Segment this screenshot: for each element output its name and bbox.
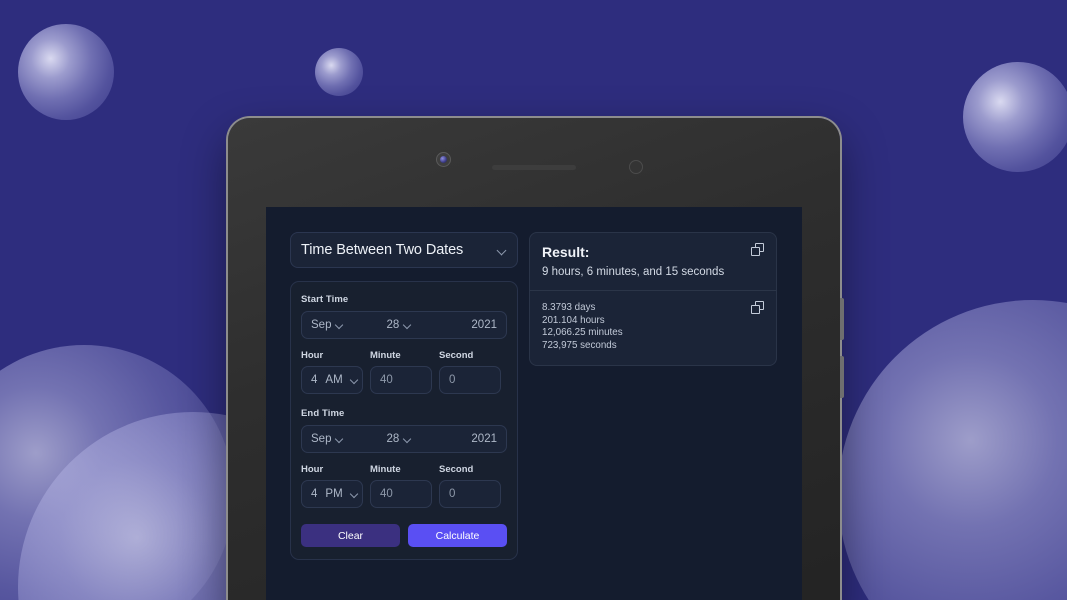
end-date-row[interactable]: Sep 28 2021 (301, 425, 507, 453)
camera-lens (440, 156, 447, 163)
result-title: Result: (542, 244, 590, 260)
end-minute-input[interactable]: 40 (370, 480, 432, 508)
copy-icon[interactable] (751, 243, 766, 258)
chevron-down-icon (351, 376, 359, 384)
action-buttons-row: Clear Calculate (301, 524, 507, 547)
end-minute-label: Minute (370, 464, 401, 475)
decorative-sphere (315, 48, 363, 96)
sensor-icon (629, 160, 643, 174)
end-ampm-value: PM (325, 488, 343, 500)
device-bezel-top (228, 118, 840, 207)
start-ampm-value: AM (325, 374, 343, 386)
result-detail-line: 201.104 hours (542, 314, 605, 326)
end-hms-fields: 4 PM 40 0 (301, 480, 507, 508)
start-year-input[interactable]: 2021 (471, 319, 497, 331)
calculator-type-value: Time Between Two Dates (301, 242, 464, 258)
start-month-value: Sep (311, 319, 332, 331)
chevron-down-icon (351, 490, 359, 498)
tablet-device: Time Between Two Dates Start Time Sep 28… (228, 118, 844, 600)
chevron-down-icon (404, 435, 412, 443)
result-details-section: 8.3793 days 201.104 hours 12,066.25 minu… (529, 291, 777, 366)
start-month-select[interactable]: Sep (311, 319, 344, 331)
decorative-sphere (838, 300, 1067, 600)
end-hour-field[interactable]: 4 PM (301, 480, 363, 508)
chevron-down-icon (498, 246, 507, 255)
device-screen: Time Between Two Dates Start Time Sep 28… (266, 207, 802, 600)
camera-icon (436, 152, 451, 167)
copy-icon[interactable] (751, 301, 766, 316)
result-detail-line: 12,066.25 minutes (542, 327, 623, 339)
result-detail-line: 723,975 seconds (542, 340, 617, 352)
calculate-button[interactable]: Calculate (408, 524, 507, 547)
chevron-down-icon (336, 321, 344, 329)
end-day-value: 28 (386, 433, 400, 445)
start-day-value: 28 (386, 319, 400, 331)
end-month-value: Sep (311, 433, 332, 445)
result-panel: Result: 9 hours, 6 minutes, and 15 secon… (529, 232, 777, 366)
end-hms-labels: Hour Minute Second (301, 464, 507, 475)
calculator-type-select[interactable]: Time Between Two Dates (290, 232, 518, 268)
volume-up-button[interactable] (840, 298, 844, 340)
end-year-input[interactable]: 2021 (471, 433, 497, 445)
start-hour-value: 4 (311, 374, 318, 386)
end-day-select[interactable]: 28 (386, 433, 412, 445)
end-second-label: Second (439, 464, 474, 475)
start-hms-labels: Hour Minute Second (301, 350, 507, 361)
start-second-input[interactable]: 0 (439, 366, 501, 394)
start-hour-label: Hour (301, 350, 324, 361)
start-date-row[interactable]: Sep 28 2021 (301, 311, 507, 339)
time-inputs-card: Start Time Sep 28 2021 Hour Minute Secon… (290, 281, 518, 560)
copy-icon-front (751, 247, 760, 256)
end-hour-value: 4 (311, 488, 318, 500)
start-minute-input[interactable]: 40 (370, 366, 432, 394)
copy-icon-front (751, 305, 760, 314)
start-second-label: Second (439, 350, 474, 361)
end-month-select[interactable]: Sep (311, 433, 344, 445)
calculator-form-column: Time Between Two Dates Start Time Sep 28… (290, 232, 518, 560)
result-summary-text: 9 hours, 6 minutes, and 15 seconds (542, 266, 725, 278)
start-hms-fields: 4 AM 40 0 (301, 366, 507, 394)
end-hour-label: Hour (301, 464, 324, 475)
end-time-label: End Time (301, 408, 345, 419)
start-hour-field[interactable]: 4 AM (301, 366, 363, 394)
start-time-label: Start Time (301, 294, 349, 305)
end-second-input[interactable]: 0 (439, 480, 501, 508)
decorative-sphere (18, 24, 114, 120)
start-minute-label: Minute (370, 350, 401, 361)
clear-button[interactable]: Clear (301, 524, 400, 547)
start-day-select[interactable]: 28 (386, 319, 412, 331)
speaker-grille-icon (492, 165, 576, 170)
chevron-down-icon (336, 435, 344, 443)
result-detail-line: 8.3793 days (542, 302, 596, 313)
result-summary-section: Result: 9 hours, 6 minutes, and 15 secon… (529, 232, 777, 290)
chevron-down-icon (404, 321, 412, 329)
volume-down-button[interactable] (840, 356, 844, 398)
decorative-sphere (963, 62, 1067, 172)
